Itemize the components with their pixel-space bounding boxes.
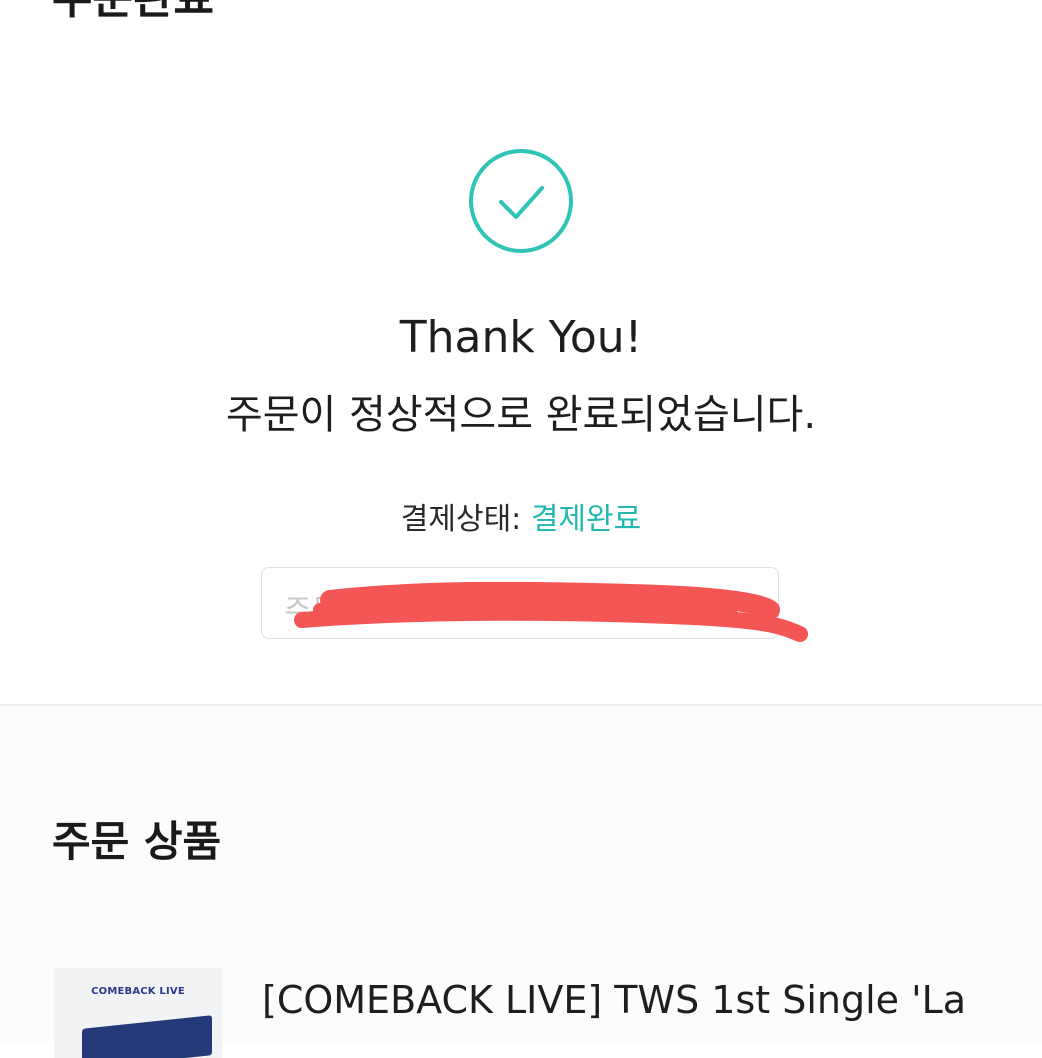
order-items-title: 주문 상품 xyxy=(52,817,222,866)
product-thumbnail[interactable]: COMEBACK LIVE xyxy=(54,968,222,1058)
product-name[interactable]: [COMEBACK LIVE] TWS 1st Single 'La xyxy=(262,978,966,1022)
check-circle-icon xyxy=(469,149,573,253)
page-title: 주문완료 xyxy=(52,0,214,26)
redaction-scribble xyxy=(294,582,808,642)
payment-status: 결제상태: 결제완료 xyxy=(0,494,1042,538)
order-complete-message: 주문이 정상적으로 완료되었습니다. xyxy=(225,392,817,438)
thank-you-heading: Thank You! xyxy=(399,312,643,363)
album-image xyxy=(82,1015,212,1058)
payment-status-label: 결제상태: xyxy=(400,502,522,537)
thumbnail-text: COMEBACK LIVE xyxy=(91,986,185,997)
payment-status-value: 결제완료 xyxy=(530,502,642,537)
